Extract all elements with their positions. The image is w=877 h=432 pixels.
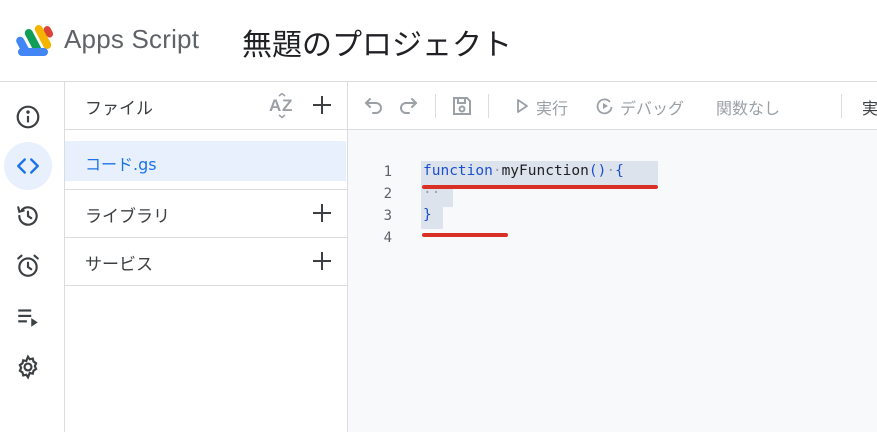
- function-name: myFunction: [501, 163, 589, 179]
- annotation-underline: [422, 233, 508, 237]
- history-icon: [17, 206, 38, 226]
- code-editor[interactable]: 1 2 3 4 function·myFunction()·{ · · }: [348, 130, 877, 432]
- code-icon: [17, 158, 39, 174]
- add-library-icon[interactable]: [310, 201, 334, 225]
- files-title: ファイル: [85, 99, 153, 119]
- sort-az-icon[interactable]: A Z: [269, 93, 297, 119]
- whitespace-marker: ·: [492, 163, 502, 179]
- line-number: 2: [383, 186, 392, 202]
- libraries-label: ライブラリ: [85, 207, 170, 227]
- code-line-1[interactable]: function·myFunction()·{: [423, 163, 624, 179]
- overview-button[interactable]: [4, 93, 52, 141]
- app-name[interactable]: Apps Script: [64, 24, 199, 55]
- toolbar-divider: [488, 94, 489, 118]
- files-header: ファイル A Z: [65, 82, 348, 130]
- history-button[interactable]: [4, 192, 52, 240]
- left-navigation-rail: [0, 82, 65, 432]
- debug-label: デバッグ: [620, 99, 685, 118]
- undo-icon[interactable]: [362, 94, 386, 118]
- code-parens: (): [588, 163, 607, 179]
- editor-toolbar: 実行 デバッグ 関数なし 実: [348, 82, 877, 130]
- add-service-icon[interactable]: [310, 249, 334, 273]
- run-label: 実行: [536, 99, 569, 118]
- debug-icon: [596, 98, 613, 115]
- info-icon: [16, 105, 40, 129]
- whitespace-marker: ·: [606, 163, 616, 179]
- save-icon[interactable]: [450, 94, 474, 118]
- execution-log-button[interactable]: 実: [862, 95, 877, 119]
- playlist-icon: [18, 309, 38, 327]
- editor-button[interactable]: [4, 142, 52, 190]
- toolbar-divider: [435, 94, 436, 118]
- function-select[interactable]: 関数なし: [716, 95, 780, 119]
- files-panel: ファイル A Z コード.gs ライブラリ サービス: [65, 82, 348, 432]
- libraries-section: ライブラリ: [65, 189, 348, 238]
- settings-button[interactable]: [4, 343, 52, 391]
- play-icon: [517, 99, 528, 113]
- code-line-3[interactable]: }: [423, 207, 432, 223]
- project-title[interactable]: 無題のプロジェクト: [242, 20, 512, 64]
- toolbar-divider: [841, 94, 842, 118]
- gear-icon: [18, 354, 38, 380]
- file-name: コード.gs: [85, 155, 157, 174]
- add-file-icon[interactable]: [310, 93, 334, 117]
- line-number: 3: [383, 208, 392, 224]
- code-keyword: function: [423, 163, 493, 179]
- executions-button[interactable]: [4, 293, 52, 341]
- redo-icon[interactable]: [396, 94, 420, 118]
- code-open-brace: {: [615, 163, 624, 179]
- svg-text:Z: Z: [282, 96, 292, 115]
- services-label: サービス: [85, 255, 153, 275]
- line-number: 1: [383, 164, 392, 180]
- annotation-underline: [422, 185, 658, 189]
- svg-text:A: A: [269, 96, 281, 115]
- line-number: 4: [383, 230, 392, 246]
- alarm-icon: [17, 254, 39, 277]
- services-section: サービス: [65, 238, 348, 286]
- file-item-code-gs[interactable]: コード.gs: [65, 141, 346, 181]
- apps-script-logo-icon[interactable]: [16, 22, 58, 58]
- app-header: Apps Script 無題のプロジェクト: [0, 0, 877, 82]
- triggers-button[interactable]: [4, 242, 52, 290]
